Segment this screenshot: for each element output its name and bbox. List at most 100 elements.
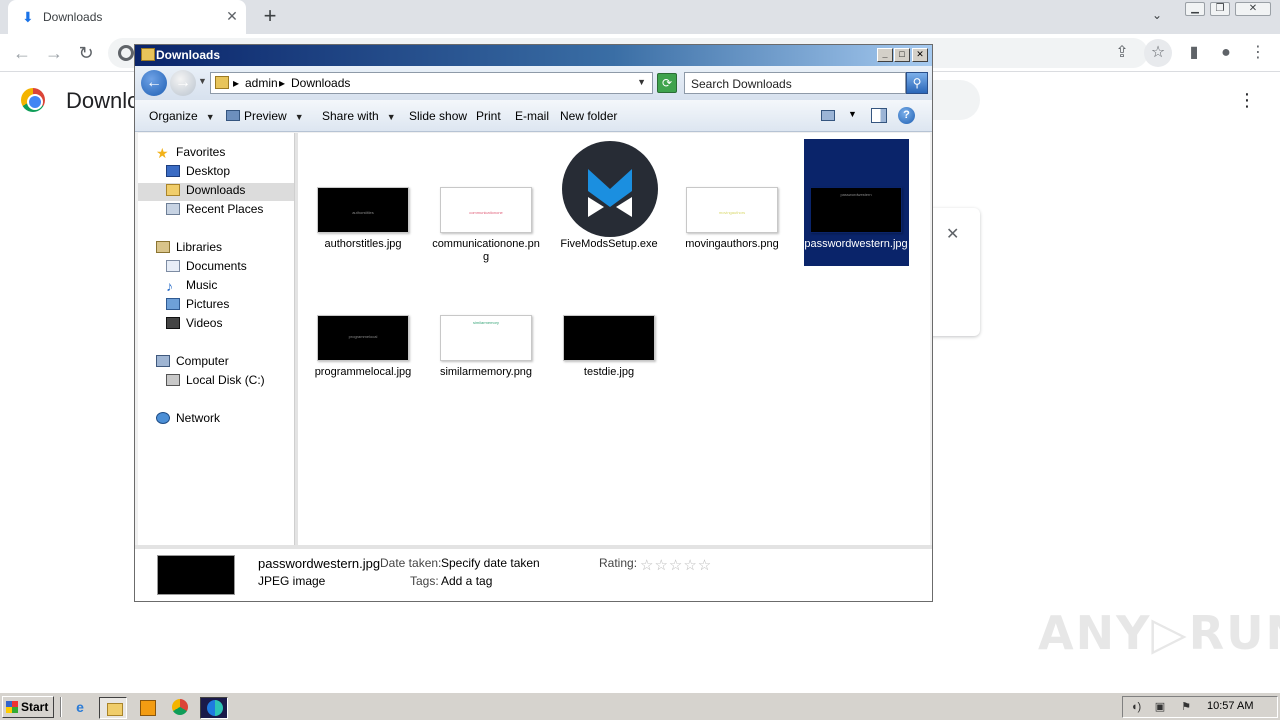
reload-button[interactable]: ↻	[74, 41, 98, 65]
share-icon[interactable]: ⇪	[1112, 43, 1132, 63]
thumbnail-caption: movingauthors	[718, 210, 746, 215]
breadcrumb-separator-icon[interactable]: ▸	[279, 76, 285, 90]
chevron-down-icon: ▼	[294, 112, 304, 122]
file-name: authorstitles.jpg	[324, 238, 402, 250]
thumbnail-caption: programmelocal	[348, 334, 378, 339]
preview-button[interactable]: Preview ▼	[226, 109, 304, 123]
search-icon[interactable]: ⚲	[906, 72, 928, 94]
nav-documents[interactable]: Documents	[166, 259, 247, 273]
browser-tabstrip: ⬇ Downloads ✕ + ⌄ ▁ ❐ ✕	[0, 0, 1280, 34]
nav-recent-places[interactable]: Recent Places	[166, 202, 263, 216]
start-button[interactable]: Start	[2, 696, 54, 718]
explorer-title-bar[interactable]: Downloads _ □ ✕	[135, 45, 932, 66]
recent-pages-dropdown-icon[interactable]: ▼	[198, 76, 207, 86]
nav-music[interactable]: ♪ Music	[166, 278, 217, 294]
back-button[interactable]: ←	[10, 41, 34, 65]
explorer-details-pane: passwordwestern.jpg JPEG image Date take…	[135, 545, 932, 601]
chrome-logo-icon	[21, 88, 45, 112]
image-thumbnail: authorstitles	[317, 187, 409, 233]
explorer-navigation-bar: ← → ▼ ▸ admin ▸ Downloads ▼ ⟳ Search Dow…	[135, 66, 932, 100]
windows-logo-icon	[6, 701, 18, 713]
nav-pictures[interactable]: Pictures	[166, 297, 229, 311]
forward-button[interactable]: →	[42, 41, 66, 65]
nav-local-disk[interactable]: Local Disk (C:)	[166, 373, 265, 387]
new-folder-button[interactable]: New folder	[560, 109, 617, 123]
tab-search-chevron-icon[interactable]: ⌄	[1152, 8, 1162, 22]
image-thumbnail: similarmemory	[440, 315, 532, 361]
close-tab-icon[interactable]: ✕	[224, 8, 240, 24]
preview-label: Preview	[244, 109, 287, 123]
new-tab-button[interactable]: +	[258, 4, 282, 28]
explorer-back-button[interactable]: ←	[141, 70, 167, 96]
action-center-flag-icon[interactable]: ⚑	[1179, 701, 1193, 713]
clock[interactable]: 10:57 AM	[1207, 700, 1253, 712]
media-player-icon[interactable]	[133, 697, 161, 719]
music-icon: ♪	[166, 278, 173, 294]
explorer-search-input[interactable]: Search Downloads	[684, 72, 906, 94]
share-with-button[interactable]: Share with ▼	[322, 109, 396, 123]
explorer-title: Downloads	[156, 48, 221, 62]
fivemods-app-icon	[562, 141, 658, 237]
profile-icon[interactable]: ●	[1216, 43, 1236, 63]
bookmark-star-icon[interactable]: ☆	[1144, 39, 1172, 67]
search-placeholder: Search Downloads	[691, 77, 792, 91]
details-tags-value[interactable]: Add a tag	[441, 574, 492, 588]
volume-icon[interactable]: ◖)	[1129, 701, 1143, 713]
view-dropdown-icon[interactable]: ▼	[848, 109, 857, 119]
breadcrumb-separator-icon[interactable]: ▸	[233, 76, 239, 90]
nav-downloads[interactable]: Downloads	[166, 183, 245, 197]
explorer-maximize-button[interactable]: □	[894, 48, 910, 62]
breadcrumb-downloads[interactable]: Downloads	[291, 76, 350, 90]
page-menu-icon[interactable]: ⋮	[1238, 90, 1256, 110]
breadcrumb-admin[interactable]: admin	[245, 76, 278, 90]
anyrun-watermark-logo: ANY▷RUN	[1038, 606, 1280, 660]
nav-videos[interactable]: Videos	[166, 316, 222, 330]
share-with-label: Share with	[322, 109, 379, 123]
refresh-icon[interactable]: ⟳	[657, 73, 677, 93]
card-close-icon[interactable]: ✕	[946, 224, 959, 244]
print-button[interactable]: Print	[476, 109, 501, 123]
email-button[interactable]: E-mail	[515, 109, 549, 123]
details-tags-label: Tags:	[410, 574, 439, 588]
nav-label: Documents	[186, 259, 247, 273]
nav-computer[interactable]: Computer	[156, 354, 229, 368]
change-view-icon[interactable]	[821, 110, 835, 121]
kebab-menu-icon[interactable]: ⋮	[1248, 43, 1268, 63]
folder-icon	[215, 76, 229, 89]
window-close-button[interactable]: ✕	[1235, 2, 1271, 16]
file-name: similarmemory.png	[439, 366, 533, 378]
nav-desktop[interactable]: Desktop	[166, 164, 230, 178]
image-thumbnail: movingauthors	[686, 187, 778, 233]
chrome-taskbar-icon[interactable]	[166, 697, 194, 719]
slide-show-button[interactable]: Slide show	[409, 109, 467, 123]
explorer-minimize-button[interactable]: _	[877, 48, 893, 62]
nav-libraries[interactable]: Libraries	[156, 240, 222, 254]
file-name: programmelocal.jpg	[314, 366, 412, 378]
nav-label: Local Disk (C:)	[186, 373, 265, 387]
explorer-forward-button[interactable]: →	[170, 70, 196, 96]
network-tray-icon[interactable]: ▣	[1153, 701, 1167, 713]
windows-explorer-icon[interactable]	[99, 697, 127, 719]
file-name: FiveModsSetup.exe	[560, 238, 658, 250]
file-name: testdie.jpg	[583, 366, 635, 378]
side-panel-icon[interactable]: ▮	[1184, 43, 1204, 63]
rating-stars[interactable]: ☆☆☆☆☆	[640, 556, 712, 574]
browser-tab-downloads[interactable]: ⬇ Downloads ✕	[8, 0, 246, 34]
explorer-close-button[interactable]: ✕	[912, 48, 928, 62]
nav-favorites[interactable]: ★ Favorites	[156, 145, 225, 161]
window-restore-button[interactable]: ❐	[1210, 2, 1230, 16]
nav-network[interactable]: Network	[156, 411, 220, 425]
file-name: movingauthors.png	[685, 238, 779, 250]
organize-button[interactable]: Organize ▼	[149, 109, 215, 123]
help-icon[interactable]: ?	[898, 107, 915, 124]
preview-pane-icon[interactable]	[871, 108, 887, 123]
internet-explorer-icon[interactable]: e	[66, 697, 94, 719]
window-minimize-button[interactable]: ▁	[1185, 2, 1205, 16]
star-icon: ★	[156, 145, 169, 161]
preview-icon	[226, 110, 240, 121]
details-date-value[interactable]: Specify date taken	[441, 556, 540, 570]
explorer-address-bar[interactable]: ▸ admin ▸ Downloads ▼	[210, 72, 653, 94]
address-history-dropdown-icon[interactable]: ▼	[637, 77, 646, 87]
libraries-icon	[156, 241, 170, 253]
edge-icon[interactable]	[200, 697, 228, 719]
